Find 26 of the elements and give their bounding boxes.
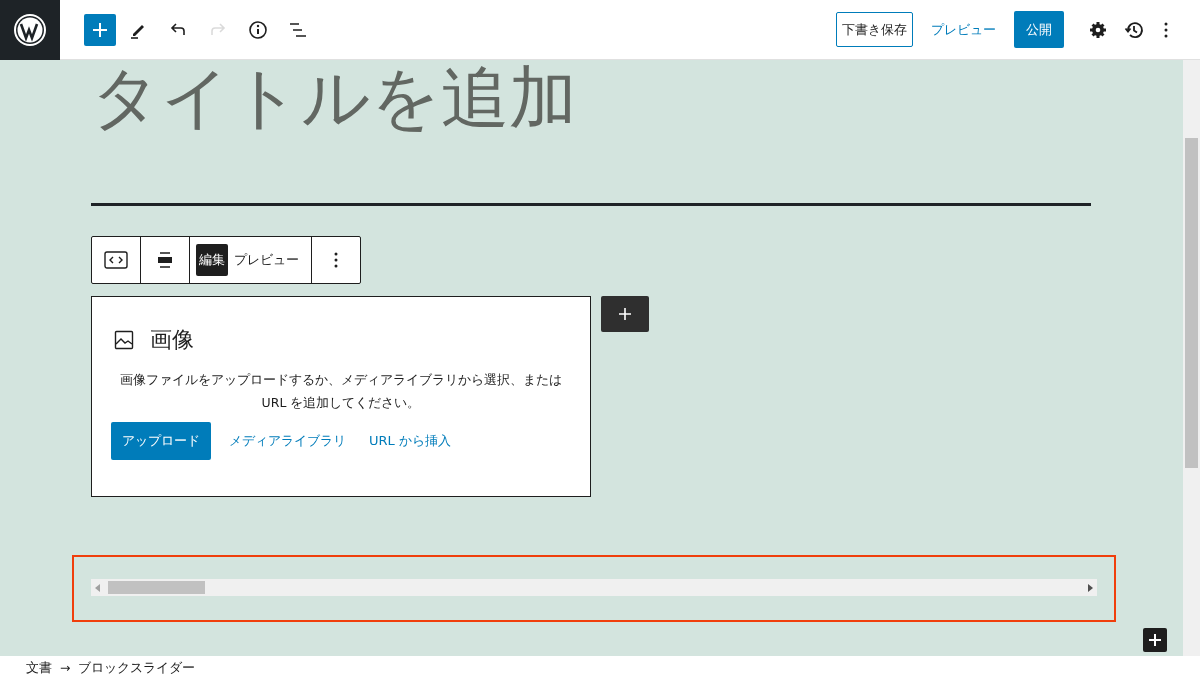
scrollbar-thumb[interactable] [108, 581, 205, 594]
breadcrumb-item[interactable]: ブロックスライダー [78, 658, 196, 678]
title-placeholder[interactable]: タイトルを追加 [91, 58, 577, 137]
scrollbar-thumb[interactable] [1185, 138, 1198, 468]
breadcrumb-item[interactable]: 文書 [26, 658, 52, 678]
publish-button[interactable]: 公開 [1014, 10, 1064, 49]
add-block-button[interactable] [601, 296, 649, 332]
instructions-text: 画像ファイルをアップロードするか、メディアライブラリから選択、または URL を追加してください。 [119, 371, 563, 413]
mode-tab[interactable]: 編集 [196, 244, 228, 276]
plus-icon[interactable] [618, 307, 632, 321]
media-library-button[interactable]: メディアライブラリ [220, 431, 355, 451]
insert-url-button[interactable]: URL から挿入 [360, 431, 460, 451]
vertical-scrollbar[interactable] [1183, 60, 1200, 656]
breadcrumb-separator: → [60, 658, 71, 677]
scroll-right-icon[interactable] [1088, 583, 1093, 592]
image-icon [114, 329, 134, 350]
wordpress-logo[interactable] [0, 0, 60, 60]
preview-button[interactable]: プレビュー [921, 11, 1006, 48]
add-block-button[interactable] [1143, 628, 1167, 652]
mode-tab[interactable]: プレビュー [228, 244, 305, 276]
horizontal-scrollbar[interactable] [91, 579, 1097, 596]
plus-icon[interactable] [1148, 633, 1162, 647]
block-title: 画像 [150, 326, 194, 354]
block-slider[interactable] [72, 555, 1116, 622]
save-draft-button[interactable]: 下書き保存 [836, 11, 913, 48]
upload-button[interactable]: アップロード [111, 422, 211, 460]
